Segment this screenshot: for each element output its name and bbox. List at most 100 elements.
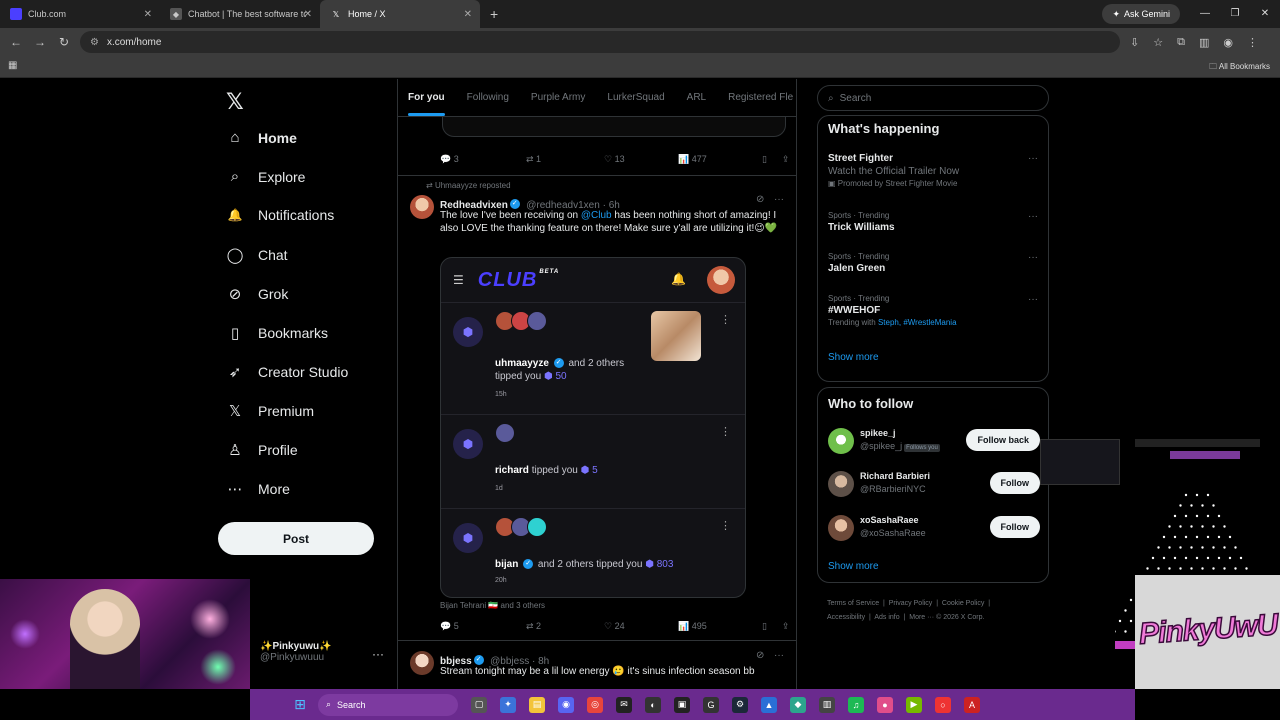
tab-arl[interactable]: ARL xyxy=(687,92,706,103)
nav-item-creator-studio[interactable]: ➶ Creator Studio xyxy=(226,363,349,381)
follow-back-button[interactable]: Follow back xyxy=(966,429,1040,451)
repost-button[interactable]: ⇄ 2 xyxy=(526,621,604,632)
tab-registered[interactable]: Registered Fle xyxy=(728,92,793,103)
chrome-icon[interactable]: ◎ xyxy=(587,696,603,713)
mention-link[interactable]: @Club xyxy=(581,210,612,221)
close-icon[interactable]: ✕ xyxy=(304,9,312,20)
bookmark-icon[interactable]: ▯ xyxy=(762,154,782,165)
app-icon[interactable]: ○ xyxy=(935,696,951,713)
new-tab-icon[interactable]: + xyxy=(490,6,498,22)
follow-button[interactable]: Follow xyxy=(989,472,1040,494)
close-icon[interactable]: ✕ xyxy=(144,9,152,20)
nav-item-notifications[interactable]: 🔔 Notifications xyxy=(226,207,335,223)
site-info-icon[interactable]: ⚙ xyxy=(90,37,99,48)
previous-tweet-media[interactable] xyxy=(442,117,786,137)
share-icon[interactable]: ⇪ xyxy=(782,621,790,632)
nav-item-profile[interactable]: ♙ Profile xyxy=(226,441,297,459)
more-dots-icon[interactable]: ··· xyxy=(372,647,384,661)
footer-link[interactable]: Ads info xyxy=(874,614,899,621)
trend-item[interactable]: Street Fighter Watch the Official Traile… xyxy=(828,153,1038,188)
nav-item-more[interactable]: ⋯ More xyxy=(226,480,290,498)
mail-icon[interactable]: ✉ xyxy=(616,696,632,713)
views-button[interactable]: 📊 495 xyxy=(678,621,762,632)
footer-link[interactable]: Privacy Policy xyxy=(889,600,933,607)
install-icon[interactable]: ⇩ xyxy=(1130,36,1139,49)
url-field[interactable]: ⚙ x.com/home xyxy=(80,31,1120,53)
app-icon[interactable]: ◆ xyxy=(790,696,806,713)
nav-item-home[interactable]: ⌂ Home xyxy=(226,129,296,146)
avatar[interactable] xyxy=(410,651,434,675)
more-dots-icon[interactable]: ··· xyxy=(1028,294,1038,305)
copilot-icon[interactable]: ✦ xyxy=(500,696,516,713)
trend-item[interactable]: Sports · Trending #WWEHOF Trending with … xyxy=(828,294,1038,327)
tab-for-you[interactable]: For you xyxy=(408,92,445,116)
search-input[interactable]: ⌕ Search xyxy=(817,85,1049,111)
back-icon[interactable]: ← xyxy=(4,35,28,49)
star-icon[interactable]: ☆ xyxy=(1153,36,1163,49)
grok-explain-icon[interactable]: ⊘ xyxy=(756,650,764,661)
footer-link[interactable]: Cookie Policy xyxy=(942,600,984,607)
steam-icon[interactable]: ⚙ xyxy=(732,696,748,713)
tagged-users[interactable]: Bijan Tehrani 🇮🇷 and 3 others xyxy=(440,601,545,610)
nav-item-grok[interactable]: ⊘ Grok xyxy=(226,285,289,303)
show-more-link[interactable]: Show more xyxy=(828,561,879,572)
tab-purple-army[interactable]: Purple Army xyxy=(531,92,585,103)
taskbar-search[interactable]: ⌕ Search xyxy=(318,693,458,716)
app-icon[interactable]: A xyxy=(964,696,980,713)
more-dots-icon[interactable]: ··· xyxy=(1028,252,1038,263)
tab-following[interactable]: Following xyxy=(467,92,509,103)
obs-icon[interactable]: ◐ xyxy=(645,696,661,713)
profile-avatar-icon[interactable]: ◉ xyxy=(1223,36,1233,49)
footer-link[interactable]: Terms of Service xyxy=(827,600,879,607)
more-dots-icon[interactable]: ··· xyxy=(1028,211,1038,222)
app-icon[interactable]: G xyxy=(703,696,719,713)
account-switcher[interactable]: ✨Pinkyuwu✨ @Pinkyuwuuu ··· xyxy=(260,641,390,663)
more-dots-icon[interactable]: ··· xyxy=(774,194,784,205)
ask-gemini-button[interactable]: ✦ Ask Gemini xyxy=(1102,4,1180,24)
trend-links[interactable]: Steph, #WrestleMania xyxy=(878,318,957,327)
browser-tab-club[interactable]: Club.com ✕ xyxy=(0,0,160,28)
share-icon[interactable]: ⇪ xyxy=(782,154,790,165)
trend-item[interactable]: Sports · Trending Trick Williams ··· xyxy=(828,211,1038,233)
browser-tab-chatbot[interactable]: ◆ Chatbot | The best software to... ✕ xyxy=(160,0,320,28)
reply-button[interactable]: 💬 3 xyxy=(440,154,526,165)
apps-grid-icon[interactable]: ▦ xyxy=(8,60,17,71)
minimize-icon[interactable]: — xyxy=(1190,0,1220,28)
spotify-icon[interactable]: ♫ xyxy=(848,696,864,713)
nav-item-premium[interactable]: 𝕏 Premium xyxy=(226,402,314,420)
sidepanel-icon[interactable]: ▥ xyxy=(1199,36,1209,49)
grok-explain-icon[interactable]: ⊘ xyxy=(756,194,764,205)
tweet-media-screenshot[interactable]: ☰ CLUB BETA 🔔 ⬢ uhmaayyze ✓ and 2 others … xyxy=(440,257,746,598)
forward-icon[interactable]: → xyxy=(28,35,52,49)
reload-icon[interactable]: ↻ xyxy=(52,35,76,49)
browser-tab-x[interactable]: 𝕏 Home / X ✕ xyxy=(320,0,480,28)
x-logo-icon[interactable]: 𝕏 xyxy=(226,89,244,115)
file-explorer-icon[interactable]: ▤ xyxy=(529,696,545,713)
reply-button[interactable]: 💬 5 xyxy=(440,621,526,632)
more-dots-icon[interactable]: ··· xyxy=(774,650,784,661)
more-dots-icon[interactable]: ··· xyxy=(1028,153,1038,164)
views-button[interactable]: 📊 477 xyxy=(678,154,762,165)
extensions-icon[interactable]: ⧉ xyxy=(1177,36,1185,49)
all-bookmarks-button[interactable]: 🗀 All Bookmarks xyxy=(1209,61,1270,75)
follow-suggestion[interactable]: spikee_j @spikee_j Follows you Follow bac… xyxy=(828,426,1040,456)
app-icon[interactable]: ▣ xyxy=(674,696,690,713)
nav-item-chat[interactable]: ◯ Chat xyxy=(226,246,288,264)
follow-suggestion[interactable]: xoSashaRaee @xoSashaRaee Follow xyxy=(828,513,1040,543)
nav-item-explore[interactable]: ⌕ Explore xyxy=(226,168,306,185)
show-more-link[interactable]: Show more xyxy=(828,352,879,363)
discord-icon[interactable]: ◉ xyxy=(558,696,574,713)
trend-item[interactable]: Sports · Trending Jalen Green ··· xyxy=(828,252,1038,274)
window-close-icon[interactable]: ✕ xyxy=(1250,0,1280,28)
app-icon[interactable]: ▥ xyxy=(819,696,835,713)
close-icon[interactable]: ✕ xyxy=(464,9,472,20)
menu-kebab-icon[interactable]: ⋮ xyxy=(1247,36,1258,49)
tab-lurkersquad[interactable]: LurkerSquad xyxy=(607,92,664,103)
like-button[interactable]: ♡ 13 xyxy=(604,154,678,165)
follow-button[interactable]: Follow xyxy=(989,516,1040,538)
bookmark-icon[interactable]: ▯ xyxy=(762,621,782,632)
post-button[interactable]: Post xyxy=(218,522,374,555)
like-button[interactable]: ♡ 24 xyxy=(604,621,678,632)
task-view-icon[interactable]: ▢ xyxy=(471,696,487,713)
app-icon[interactable]: ▲ xyxy=(761,696,777,713)
